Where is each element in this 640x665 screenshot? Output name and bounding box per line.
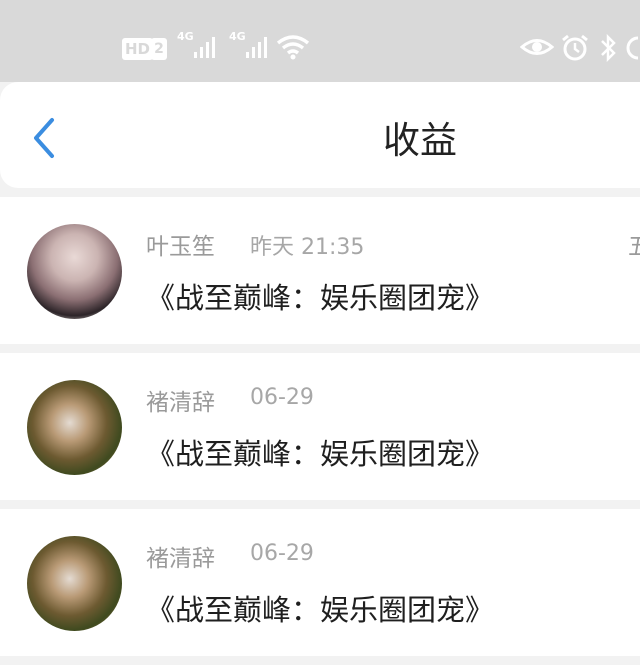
- page-title: 收益: [383, 119, 457, 162]
- timestamp: 06-29: [250, 385, 314, 410]
- truncated-text: 五: [628, 234, 640, 260]
- user-name: 褚清辞: [146, 546, 215, 572]
- avatar[interactable]: [27, 224, 122, 319]
- eye-icon: [520, 39, 554, 55]
- list-item[interactable]: 叶玉笙 昨天 21:35 五 《战至巅峰：娱乐圈团宠》: [0, 197, 640, 344]
- book-title: 《战至巅峰：娱乐圈团宠》: [146, 437, 495, 471]
- network-type-1: 4G: [177, 30, 194, 43]
- book-title: 《战至巅峰：娱乐圈团宠》: [146, 281, 495, 315]
- user-name: 褚清辞: [146, 390, 215, 416]
- hd-badge: HD: [122, 38, 154, 60]
- signal-icon: [246, 37, 267, 58]
- wifi-icon: [276, 35, 310, 60]
- avatar[interactable]: [27, 380, 122, 475]
- sim-badge: 2: [151, 38, 167, 60]
- header-bar: 收益: [0, 82, 640, 188]
- book-title: 《战至巅峰：娱乐圈团宠》: [146, 593, 495, 627]
- avatar[interactable]: [27, 536, 122, 631]
- bluetooth-icon: [601, 34, 616, 62]
- user-name: 叶玉笙: [146, 234, 215, 260]
- rotate-icon: [626, 36, 639, 60]
- network-type-2: 4G: [229, 30, 246, 43]
- earnings-list: 叶玉笙 昨天 21:35 五 《战至巅峰：娱乐圈团宠》 褚清辞 06-29 《战…: [0, 197, 640, 665]
- alarm-icon: [562, 34, 588, 61]
- signal-icon: [194, 37, 215, 58]
- timestamp: 06-29: [250, 541, 314, 566]
- list-item[interactable]: 褚清辞 06-29 《战至巅峰：娱乐圈团宠》: [0, 353, 640, 500]
- timestamp: 昨天 21:35: [250, 235, 365, 260]
- status-bar: HD 2 4G 4G: [0, 0, 640, 82]
